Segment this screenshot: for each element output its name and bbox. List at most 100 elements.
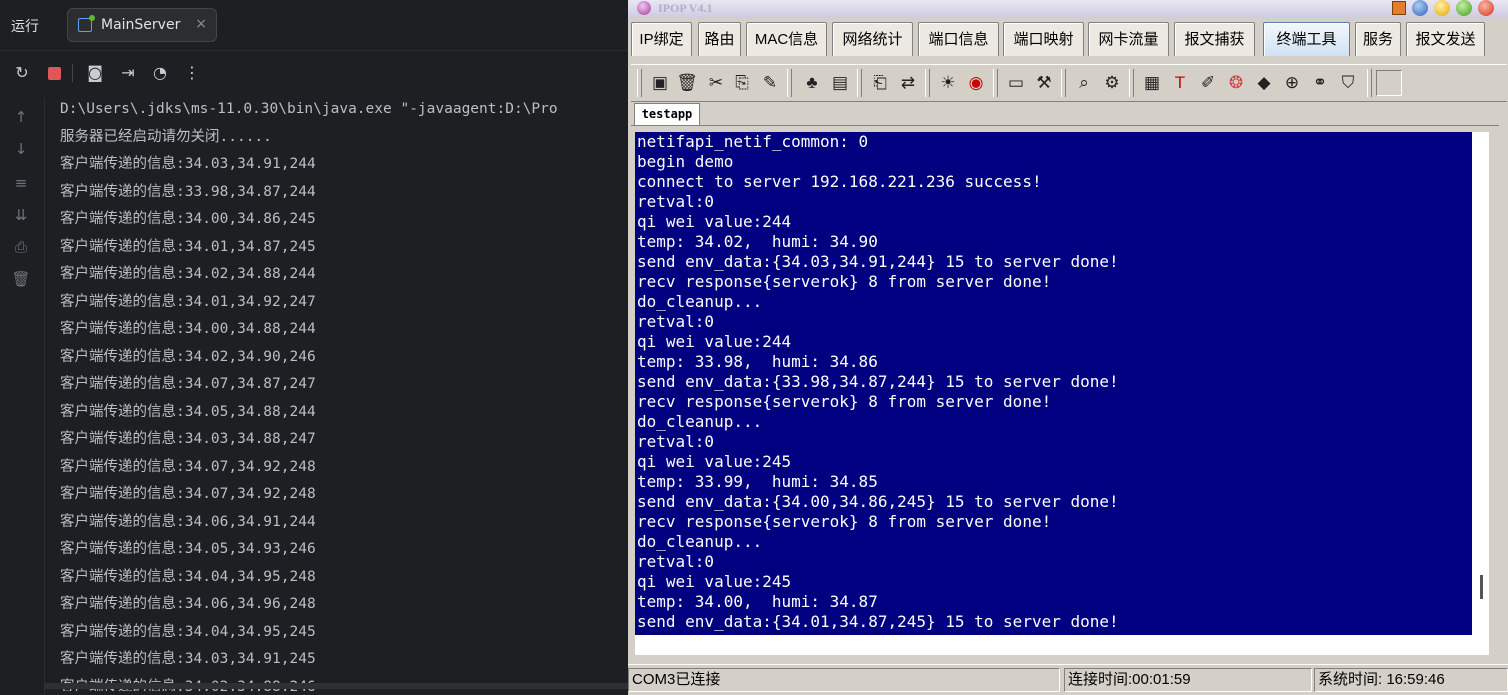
terminal-line: do_cleanup...	[637, 412, 763, 431]
terminal-line: retval:0	[637, 192, 715, 211]
arrow-up-icon[interactable]: ↑	[10, 106, 32, 128]
text-icon[interactable]: T	[1169, 72, 1191, 94]
tab-1[interactable]: 路由	[698, 22, 741, 56]
camera-icon[interactable]: ◙	[84, 62, 106, 84]
zoom-icon[interactable]: ⊕	[1281, 72, 1303, 94]
copy-icon[interactable]: ⎘	[731, 72, 753, 94]
arrow-down-icon[interactable]: ↓	[10, 138, 32, 160]
console-line: 客户端传递的信息:34.02,34.90,246	[60, 348, 316, 365]
run-tabbar: 运行 MainServer ×	[0, 0, 628, 51]
record-icon[interactable]: ◉	[965, 72, 987, 94]
close-icon[interactable]: ×	[195, 16, 207, 32]
tab-10[interactable]: 报文发送	[1406, 22, 1485, 56]
tab-0[interactable]: IP绑定	[631, 22, 692, 56]
trash-icon[interactable]: 🗑	[10, 268, 32, 290]
diamond-icon[interactable]: ◆	[1253, 72, 1275, 94]
terminal-line: netifapi_netif_common: 0	[637, 132, 869, 151]
terminal-line: recv response{serverok} 8 from server do…	[637, 272, 1052, 291]
tools-icon[interactable]: ⚒	[1033, 72, 1055, 94]
edit-icon[interactable]: ✐	[1197, 72, 1219, 94]
scrollbar-thumb[interactable]	[1480, 575, 1483, 599]
terminal-line: qi wei value:245	[637, 452, 792, 471]
pin-icon[interactable]	[1392, 1, 1406, 15]
toolbar-grip	[857, 69, 862, 97]
run-panel-label: 运行	[11, 19, 39, 35]
console-output[interactable]: D:\Users\.jdks\ms-11.0.30\bin\java.exe "…	[60, 96, 628, 691]
terminal-output[interactable]: netifapi_netif_common: 0 begin demo connec…	[635, 132, 1472, 635]
window-title: IPOP V4.1	[658, 1, 713, 15]
console-line: 客户端传递的信息:34.06,34.91,244	[60, 513, 316, 530]
terminal-line: temp: 34.00, humi: 34.87	[637, 592, 878, 611]
run-toolbar: ↻ ◙ ⇥ ◔ ⋮	[0, 58, 628, 90]
help-button[interactable]	[1412, 0, 1428, 16]
console-line: 客户端传递的信息:34.07,34.92,248	[60, 486, 316, 502]
main-tabs: IP绑定 路由 MAC信息 网络统计 端口信息 端口映射 网卡流量 报文捕获 终端工具 服务 报文发…	[631, 22, 1507, 56]
maximize-button[interactable]	[1456, 0, 1472, 16]
tab-mainserver[interactable]: MainServer ×	[67, 8, 217, 42]
console-line: 客户端传递的信息:34.01,34.87,245	[60, 238, 316, 255]
terminal-line: qi wei value:244	[637, 212, 792, 231]
sun-icon[interactable]: ☀	[937, 72, 959, 94]
console-line: 客户端传递的信息:34.03,34.91,244	[60, 156, 316, 172]
calculator-icon[interactable]: ▦	[1141, 72, 1163, 94]
terminal-line: recv response{serverok} 8 from server do…	[637, 512, 1052, 531]
shield-icon[interactable]: ⛉	[1337, 72, 1359, 94]
search-icon[interactable]: ⌕	[1073, 72, 1095, 94]
stop-icon[interactable]	[43, 62, 65, 84]
system-time: 系统时间: 16:59:46	[1314, 668, 1508, 692]
link-icon[interactable]: ⚭	[1309, 72, 1331, 94]
connect-time: 连接时间:00:01:59	[1064, 668, 1312, 692]
gift-icon[interactable]: ❂	[1225, 72, 1247, 94]
minimize-button[interactable]	[1434, 0, 1450, 16]
terminal-line: retval:0	[637, 432, 715, 451]
toolbar-grip	[637, 69, 642, 97]
toolbar-divider	[72, 64, 73, 82]
monitor-icon[interactable]: ▤	[829, 72, 851, 94]
login-icon[interactable]: ⇥	[117, 62, 139, 84]
title-bar: IPOP V4.1	[628, 0, 1508, 18]
keyboard-icon[interactable]: ▭	[1005, 72, 1027, 94]
close-button[interactable]	[1478, 0, 1494, 16]
terminal-line: do_cleanup...	[637, 292, 763, 311]
tab-9[interactable]: 服务	[1355, 22, 1401, 56]
console-line: 客户端传递的信息:34.02,34.88,244	[60, 266, 316, 282]
tab-6[interactable]: 网卡流量	[1088, 22, 1169, 56]
paste-icon[interactable]: ✎	[759, 72, 781, 94]
user-icon[interactable]: ♣	[801, 72, 823, 94]
ide-run-panel: 运行 MainServer × ↻ ◙ ⇥ ◔ ⋮ ↑ ↓ ≡ ⇊ ⎙ 🗑 D:…	[0, 0, 628, 695]
tab-testapp[interactable]: testapp	[634, 103, 700, 126]
console-line: 客户端传递的信息:34.03,34.91,245	[60, 651, 316, 667]
tab-8[interactable]: 终端工具	[1263, 22, 1350, 56]
port-status: COM3已连接	[628, 668, 1060, 692]
settings-icon[interactable]: ⚙	[1101, 72, 1123, 94]
send-file-icon[interactable]: ⎗	[869, 72, 891, 94]
console-line: 客户端传递的信息:34.05,34.88,244	[60, 403, 316, 420]
connect-icon[interactable]: ▣	[649, 72, 671, 94]
soft-wrap-icon[interactable]: ≡	[10, 172, 32, 194]
vertical-scrollbar[interactable]	[1472, 132, 1489, 635]
terminal-line: qi wei value:244	[637, 332, 792, 351]
tab-5[interactable]: 端口映射	[1003, 22, 1084, 56]
toolbar-grip	[993, 69, 998, 97]
terminal-line: begin demo	[637, 152, 734, 171]
more-icon[interactable]: ⋮	[181, 62, 203, 84]
tab-2[interactable]: MAC信息	[746, 22, 827, 56]
receive-file-icon[interactable]: ⇄	[897, 72, 919, 94]
print-icon[interactable]: ⎙	[10, 236, 32, 258]
tab-7[interactable]: 报文捕获	[1174, 22, 1255, 56]
terminal-line: send env_data:{34.00,34.86,245} 15 to se…	[637, 492, 1119, 511]
terminal-line: send env_data:{34.03,34.91,244} 15 to se…	[637, 252, 1119, 271]
trash-icon[interactable]: 🗑	[676, 72, 698, 94]
terminal-line: temp: 33.99, humi: 34.85	[637, 472, 878, 491]
tab-4[interactable]: 端口信息	[918, 22, 999, 56]
speedometer-icon[interactable]: ◔	[149, 62, 171, 84]
scroll-to-end-icon[interactable]: ⇊	[10, 204, 32, 226]
tab-3[interactable]: 网络统计	[832, 22, 913, 56]
horizontal-scrollbar[interactable]	[44, 683, 628, 689]
toolbar-slot	[1376, 70, 1402, 96]
terminal-line: temp: 33.98, humi: 34.86	[637, 352, 878, 371]
rerun-icon[interactable]: ↻	[11, 62, 33, 84]
console-gutter: ↑ ↓ ≡ ⇊ ⎙ 🗑	[0, 98, 45, 695]
cut-icon[interactable]: ✂	[705, 72, 727, 94]
console-line: D:\Users\.jdks\ms-11.0.30\bin\java.exe "…	[60, 101, 558, 117]
